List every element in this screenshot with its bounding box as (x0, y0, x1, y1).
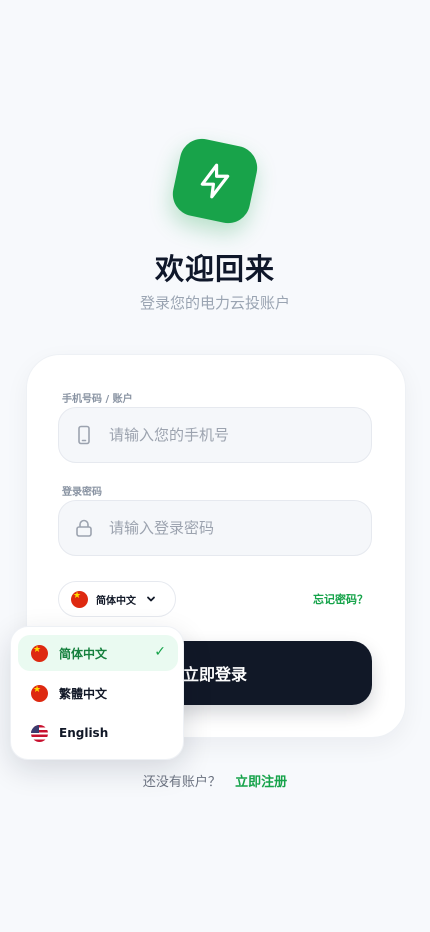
language-dropdown: 简体中文 ✓ 繁體中文 English (10, 626, 184, 760)
phone-field-label: 手机号码 / 账户 (62, 394, 133, 405)
phone-field[interactable] (58, 407, 372, 463)
register-link[interactable]: 立即注册 (235, 775, 287, 790)
language-option-label: 简体中文 (59, 646, 108, 661)
language-selector-label: 简体中文 (96, 595, 136, 607)
register-prompt-text: 还没有账户？ (142, 775, 221, 790)
chevron-down-icon (146, 594, 156, 604)
cn-flag-icon (71, 590, 88, 608)
language-option-simplified-chinese[interactable]: 简体中文 ✓ (18, 635, 178, 671)
page-subtitle: 登录您的电力云投账户 (139, 294, 290, 312)
cn-flag-icon (31, 644, 48, 662)
password-input[interactable] (107, 518, 351, 538)
us-flag-icon (31, 724, 48, 742)
lightning-bolt-icon (200, 163, 230, 199)
language-option-label: English (59, 726, 109, 740)
smartphone-icon (73, 424, 95, 446)
check-icon: ✓ (154, 644, 166, 660)
login-page: 欢迎回来 登录您的电力云投账户 手机号码 / 账户 登录密码 简体中文 (0, 0, 430, 932)
language-option-label: 繁體中文 (59, 686, 108, 701)
language-option-traditional-chinese[interactable]: 繁體中文 (18, 675, 178, 711)
cn-flag-icon (31, 684, 48, 702)
password-field-label: 登录密码 (62, 487, 102, 498)
app-logo (168, 134, 262, 228)
lock-icon (73, 517, 95, 539)
phone-input[interactable] (107, 425, 351, 445)
page-title: 欢迎回来 (154, 252, 275, 286)
forgot-password-link[interactable]: 忘记密码？ (313, 591, 368, 607)
language-option-english[interactable]: English (18, 715, 178, 751)
language-selector[interactable]: 简体中文 (58, 581, 176, 617)
register-prompt: 还没有账户？ 立即注册 (0, 771, 430, 790)
password-field[interactable] (58, 500, 372, 556)
